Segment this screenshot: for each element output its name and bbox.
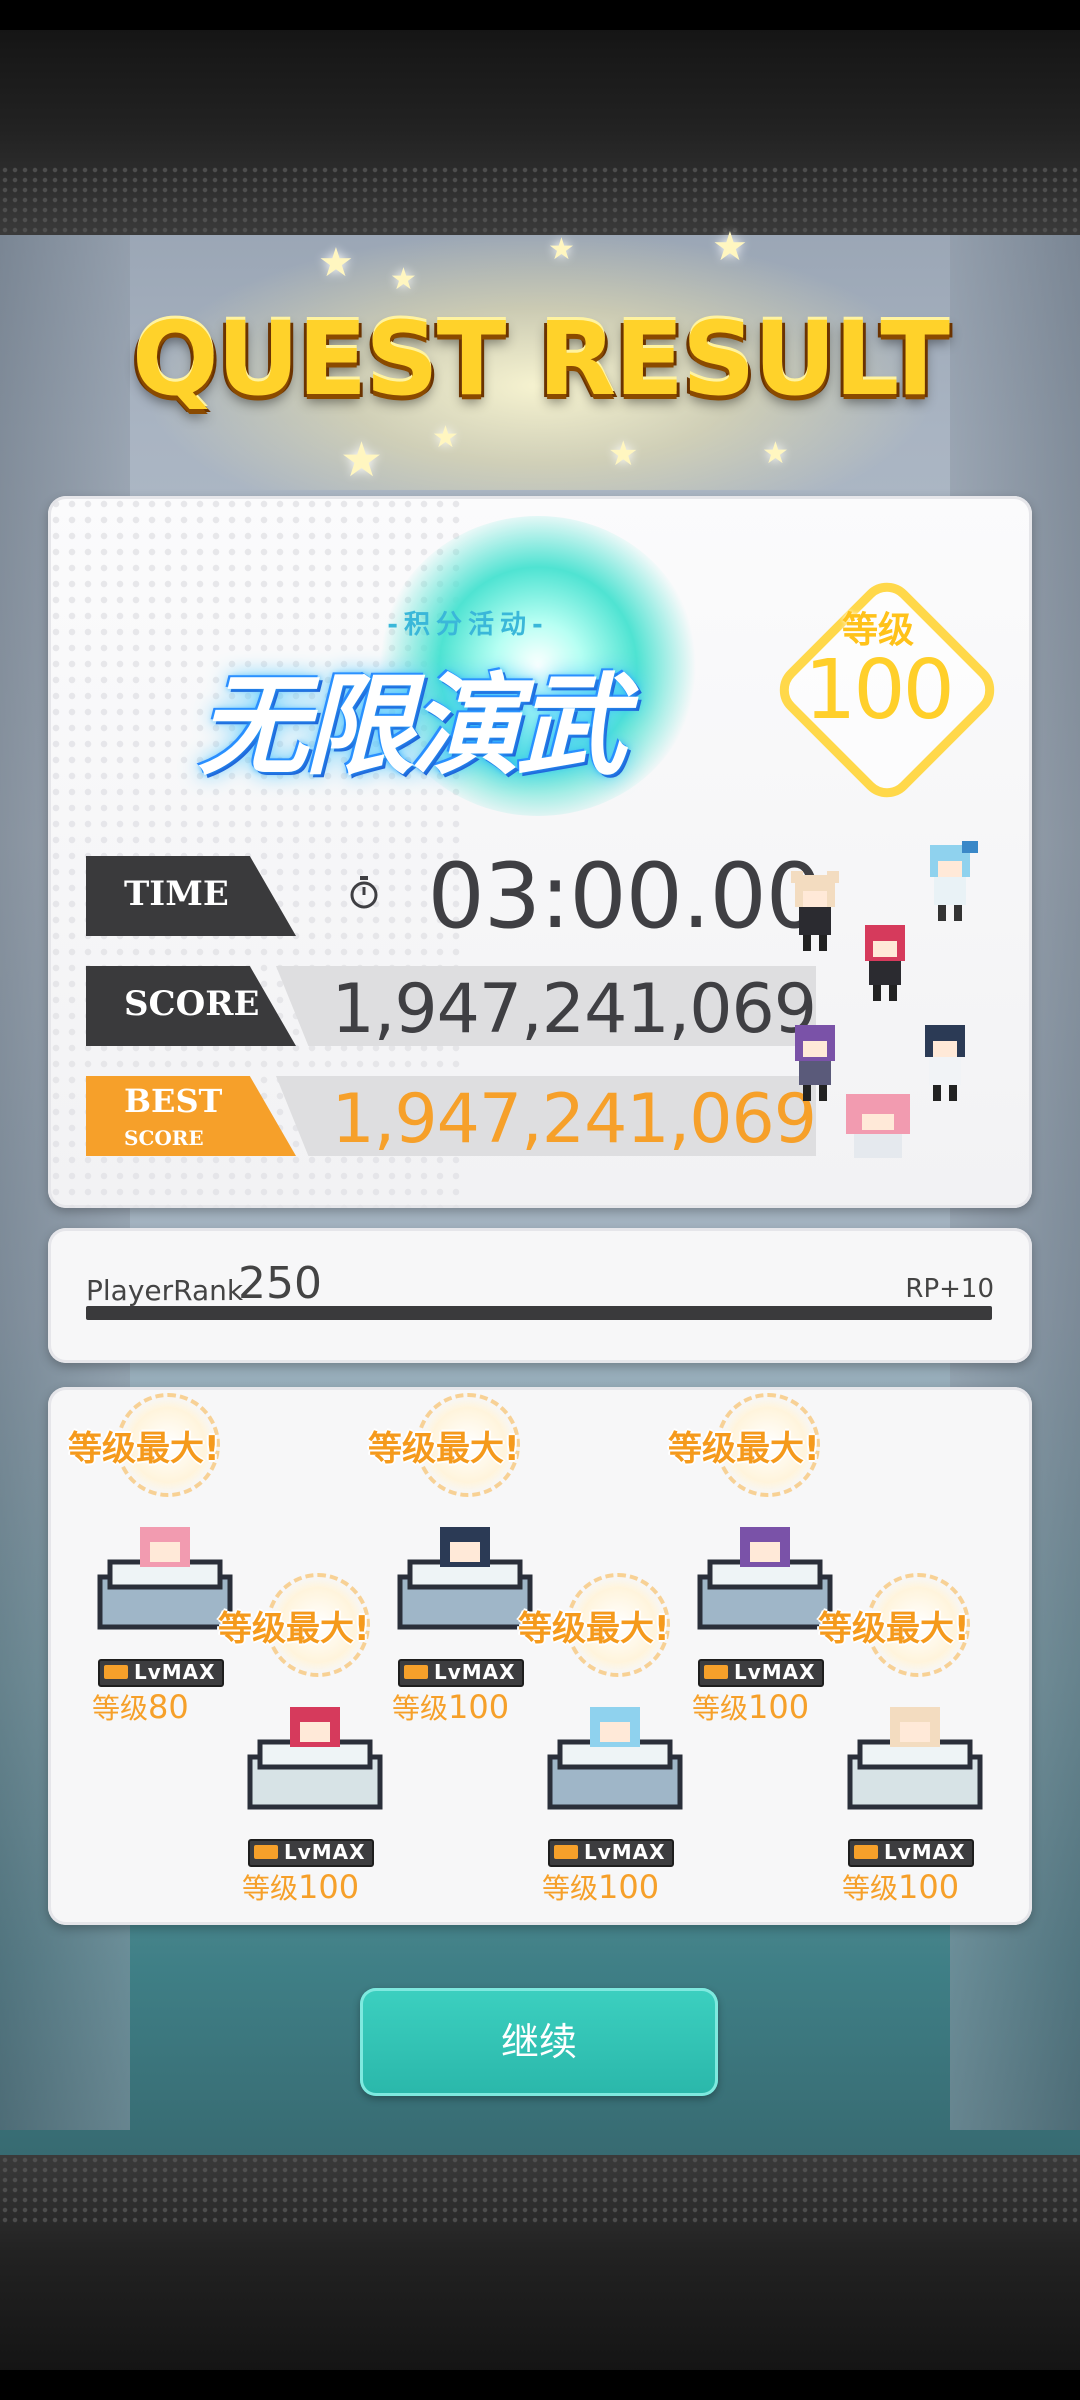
party-character-sprite bbox=[846, 1094, 910, 1158]
continue-button[interactable]: 继续 bbox=[360, 1988, 718, 2096]
level-badge: 等级 100 bbox=[768, 571, 1006, 809]
star-icon: ★ bbox=[432, 420, 459, 455]
lvmax-tag: LvMAX bbox=[98, 1659, 224, 1687]
level-max-text: 等级最大! bbox=[668, 1429, 820, 1469]
star-icon: ★ bbox=[318, 240, 354, 286]
time-value: 03:00.00 bbox=[427, 844, 823, 949]
star-icon: ★ bbox=[548, 232, 575, 267]
level-max-text: 等级最大! bbox=[218, 1609, 370, 1649]
lvmax-text: LvMAX bbox=[434, 1660, 516, 1684]
unit-level: 等级100 bbox=[842, 1867, 959, 1907]
star-icon: ★ bbox=[390, 262, 417, 297]
status-strip bbox=[0, 0, 1080, 30]
unit-level-value: 100 bbox=[298, 1868, 360, 1906]
lvmax-text: LvMAX bbox=[134, 1660, 216, 1684]
level-max-badge: 等级最大! bbox=[668, 1393, 878, 1497]
unit-pedestal bbox=[547, 1707, 683, 1810]
lvmax-text: LvMAX bbox=[734, 1660, 816, 1684]
player-rank-panel: PlayerRank 250 RP+10 bbox=[48, 1228, 1032, 1363]
event-logo-name: 无限演武 bbox=[198, 662, 626, 790]
star-icon: ★ bbox=[762, 436, 789, 471]
player-rank-label: PlayerRank bbox=[86, 1274, 244, 1307]
lvmax-text: LvMAX bbox=[284, 1840, 366, 1864]
time-label: TIME bbox=[124, 874, 229, 914]
unit-level: 等级100 bbox=[242, 1867, 359, 1907]
unit-level-prefix: 等级 bbox=[242, 1872, 299, 1905]
lvmax-tag: LvMAX bbox=[698, 1659, 824, 1687]
unit-level: 等级100 bbox=[692, 1687, 809, 1727]
bottom-frame bbox=[0, 2155, 1080, 2400]
quest-result-title: QUEST RESULT bbox=[132, 300, 950, 419]
star-icon: ★ bbox=[712, 224, 748, 270]
units-panel: 等级最大! LvMAX 等级80 等级最大! LvMAX 等级100 等级最大! LvMAX 等… bbox=[48, 1387, 1032, 1925]
lvmax-tag: LvMAX bbox=[248, 1839, 374, 1867]
nav-strip bbox=[0, 2370, 1080, 2400]
unit-card: 等级最大! LvMAX 等级100 bbox=[818, 1573, 1028, 1917]
player-rank-value: 250 bbox=[238, 1258, 322, 1309]
best-score-tag: BEST SCORE bbox=[86, 1076, 296, 1156]
unit-level-prefix: 等级 bbox=[392, 1692, 449, 1725]
level-max-text: 等级最大! bbox=[818, 1609, 970, 1649]
unit-level-value: 100 bbox=[898, 1868, 960, 1906]
lvmax-text: LvMAX bbox=[884, 1840, 966, 1864]
player-rank-progress-bar bbox=[86, 1306, 992, 1320]
party-character-sprite bbox=[791, 871, 839, 951]
level-max-text: 等级最大! bbox=[68, 1429, 220, 1469]
unit-pedestal bbox=[247, 1707, 383, 1810]
unit-pedestal bbox=[847, 1707, 983, 1810]
stopwatch-icon bbox=[350, 876, 378, 909]
unit-level-value: 100 bbox=[598, 1868, 660, 1906]
star-icon: ★ bbox=[340, 432, 384, 488]
score-row: SCORE 1,947,241,069 bbox=[86, 966, 817, 1049]
party-character-sprite bbox=[930, 841, 978, 921]
level-max-badge: 等级最大! bbox=[818, 1573, 1028, 1677]
lvmax-tag: LvMAX bbox=[398, 1659, 524, 1687]
score-value: 1,947,241,069 bbox=[331, 970, 817, 1049]
score-tag: SCORE bbox=[86, 966, 296, 1046]
unit-level-prefix: 等级 bbox=[542, 1872, 599, 1905]
time-tag: TIME bbox=[86, 856, 296, 936]
level-max-badge: 等级最大! bbox=[68, 1393, 278, 1497]
unit-level-prefix: 等级 bbox=[692, 1692, 749, 1725]
lvmax-tag: LvMAX bbox=[548, 1839, 674, 1867]
best-score-value: 1,947,241,069 bbox=[331, 1080, 817, 1159]
unit-level-prefix: 等级 bbox=[92, 1692, 149, 1725]
party-character-sprite bbox=[925, 1025, 965, 1101]
unit-level: 等级80 bbox=[92, 1687, 189, 1727]
level-badge-value: 100 bbox=[804, 643, 955, 738]
level-max-badge: 等级最大! bbox=[368, 1393, 578, 1497]
best-label: BEST bbox=[124, 1082, 223, 1120]
unit-level-value: 100 bbox=[748, 1688, 810, 1726]
top-frame bbox=[0, 0, 1080, 235]
unit-level-prefix: 等级 bbox=[842, 1872, 899, 1905]
unit-level: 等级100 bbox=[392, 1687, 509, 1727]
result-panel: -积分活动- 无限演武 等级 100 TIME 03:00.00 SCORE 1… bbox=[48, 496, 1032, 1208]
best-sub-label: SCORE bbox=[124, 1126, 204, 1150]
unit-level-value: 100 bbox=[448, 1688, 510, 1726]
time-row: TIME 03:00.00 bbox=[86, 844, 823, 949]
star-icon: ★ bbox=[608, 434, 639, 474]
best-score-row: BEST SCORE 1,947,241,069 bbox=[86, 1076, 817, 1159]
rank-points-gain: RP+10 bbox=[905, 1274, 994, 1304]
party-character-sprite bbox=[865, 925, 905, 1001]
unit-level-value: 80 bbox=[148, 1688, 189, 1726]
unit-level: 等级100 bbox=[542, 1867, 659, 1907]
lvmax-text: LvMAX bbox=[584, 1840, 666, 1864]
lvmax-tag: LvMAX bbox=[848, 1839, 974, 1867]
level-max-text: 等级最大! bbox=[518, 1609, 670, 1649]
level-max-text: 等级最大! bbox=[368, 1429, 520, 1469]
score-label: SCORE bbox=[124, 984, 260, 1024]
